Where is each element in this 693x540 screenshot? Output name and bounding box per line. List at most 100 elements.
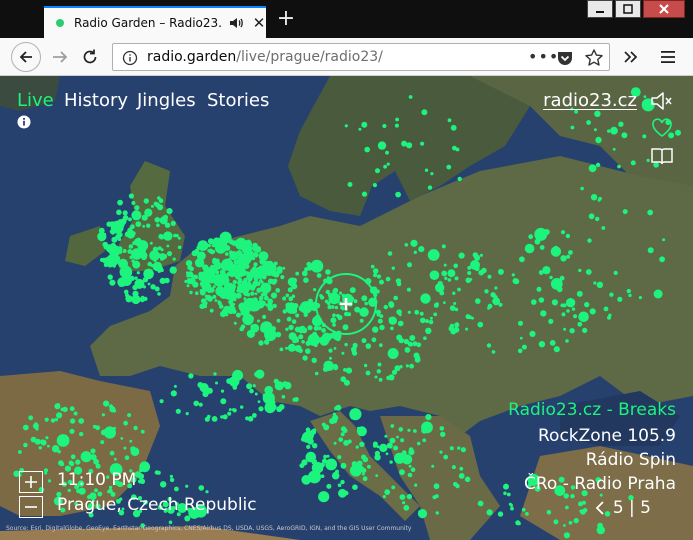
- station-dot[interactable]: [137, 479, 143, 484]
- station-dot[interactable]: [409, 363, 414, 369]
- station-dot[interactable]: [585, 269, 592, 275]
- station-dot[interactable]: [143, 198, 149, 204]
- station-dot[interactable]: [449, 323, 455, 329]
- station-dot[interactable]: [259, 258, 266, 265]
- station-dot[interactable]: [73, 411, 78, 416]
- station-dot[interactable]: [408, 464, 412, 468]
- station-dot[interactable]: [398, 313, 402, 317]
- station-dot[interactable]: [433, 302, 439, 308]
- station-dot[interactable]: [385, 452, 389, 456]
- station-dot[interactable]: [386, 442, 393, 449]
- url-bar[interactable]: radio.garden/live/prague/radio23/ •••: [112, 43, 610, 71]
- station-dot[interactable]: [521, 507, 526, 512]
- station-dot[interactable]: [56, 434, 70, 447]
- station-dot[interactable]: [587, 238, 592, 243]
- station-dot[interactable]: [38, 446, 42, 450]
- station-dot[interactable]: [416, 342, 422, 348]
- station-dot[interactable]: [30, 436, 37, 443]
- station-dot[interactable]: [154, 286, 160, 292]
- station-dot[interactable]: [376, 445, 380, 449]
- station-dot[interactable]: [117, 231, 123, 238]
- station-dot[interactable]: [245, 271, 250, 275]
- station-dot[interactable]: [440, 431, 446, 437]
- station-dot[interactable]: [414, 483, 418, 487]
- station-dot[interactable]: [578, 311, 589, 323]
- station-dot[interactable]: [110, 242, 117, 249]
- bookmark-star-icon[interactable]: [584, 48, 604, 68]
- station-dot[interactable]: [490, 292, 496, 298]
- station-dot[interactable]: [28, 415, 34, 421]
- station-dot[interactable]: [177, 245, 182, 250]
- station-dot[interactable]: [106, 221, 112, 227]
- station-dot[interactable]: [510, 506, 514, 511]
- station-dot[interactable]: [166, 251, 173, 257]
- station-dot[interactable]: [205, 490, 209, 494]
- station-dot[interactable]: [310, 259, 324, 273]
- station-dot[interactable]: [595, 162, 601, 168]
- station-dot[interactable]: [137, 473, 145, 480]
- station-dot[interactable]: [138, 467, 144, 473]
- station-dot[interactable]: [228, 408, 232, 412]
- station-dot[interactable]: [156, 470, 161, 475]
- station-dot[interactable]: [127, 413, 132, 418]
- station-dot[interactable]: [121, 218, 125, 222]
- station-dot[interactable]: [453, 326, 460, 333]
- station-dot[interactable]: [56, 412, 63, 419]
- station-dot[interactable]: [578, 268, 582, 273]
- station-dot[interactable]: [316, 273, 322, 278]
- station-dot[interactable]: [18, 450, 22, 454]
- station-dot[interactable]: [142, 224, 146, 228]
- station-dot[interactable]: [361, 472, 365, 476]
- station-dot[interactable]: [379, 443, 388, 453]
- station-dot[interactable]: [441, 244, 446, 249]
- station-dot[interactable]: [186, 284, 190, 288]
- station-dot[interactable]: [550, 278, 563, 290]
- pocket-icon[interactable]: [556, 49, 574, 67]
- station-dot[interactable]: [420, 293, 431, 304]
- station-dot[interactable]: [388, 301, 394, 307]
- station-dot[interactable]: [166, 244, 170, 248]
- station-dot[interactable]: [213, 372, 217, 376]
- station-dot[interactable]: [109, 279, 116, 286]
- station-dot[interactable]: [287, 343, 296, 352]
- station-dot[interactable]: [254, 371, 259, 376]
- station-dot[interactable]: [220, 415, 224, 419]
- station-dot[interactable]: [103, 260, 107, 264]
- station-dot[interactable]: [164, 277, 170, 284]
- station-dot[interactable]: [468, 315, 472, 320]
- station-dot[interactable]: [430, 172, 434, 176]
- station-dot[interactable]: [451, 465, 456, 470]
- station-dot[interactable]: [363, 363, 368, 368]
- station-dot[interactable]: [391, 266, 395, 270]
- station-dot[interactable]: [157, 246, 162, 251]
- station-dot[interactable]: [454, 322, 460, 328]
- station-dot[interactable]: [596, 525, 605, 535]
- station-dot[interactable]: [236, 293, 240, 297]
- station-dot[interactable]: [361, 121, 368, 128]
- station-dot[interactable]: [172, 257, 176, 261]
- speaker-icon[interactable]: [228, 15, 244, 31]
- station-dot[interactable]: [241, 242, 245, 247]
- window-close-button[interactable]: [643, 0, 685, 18]
- station-dot[interactable]: [160, 266, 163, 270]
- station-dot[interactable]: [396, 435, 399, 439]
- station-dot[interactable]: [216, 244, 223, 251]
- station-dot[interactable]: [282, 381, 288, 387]
- station-dot[interactable]: [280, 275, 285, 280]
- station-dot[interactable]: [503, 483, 509, 490]
- station-dot[interactable]: [364, 146, 371, 153]
- station-dot[interactable]: [40, 439, 47, 446]
- station-dot[interactable]: [149, 241, 153, 245]
- station-dot[interactable]: [45, 436, 49, 440]
- station-dot[interactable]: [477, 321, 484, 328]
- station-dot[interactable]: [141, 214, 148, 221]
- station-dot[interactable]: [156, 223, 160, 227]
- station-dot[interactable]: [217, 301, 222, 306]
- station-dot[interactable]: [406, 142, 413, 149]
- station-dot[interactable]: [399, 365, 403, 369]
- station-dot[interactable]: [158, 233, 164, 240]
- station-dot[interactable]: [379, 324, 385, 331]
- station-dot[interactable]: [215, 381, 218, 385]
- station-dot[interactable]: [361, 338, 367, 344]
- station-dot[interactable]: [599, 493, 603, 497]
